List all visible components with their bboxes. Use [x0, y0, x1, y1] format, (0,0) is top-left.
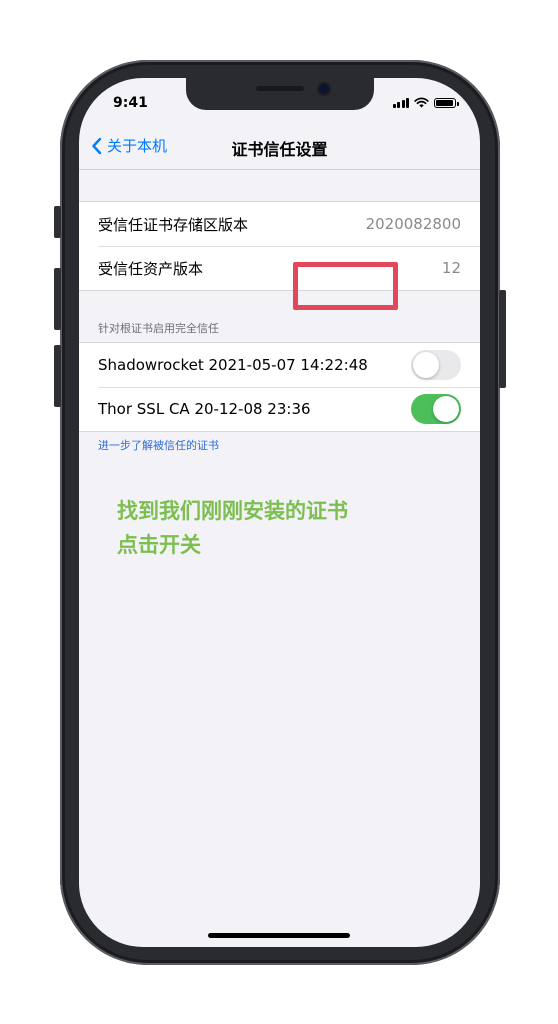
- shadowrocket-trust-toggle[interactable]: [411, 350, 461, 380]
- notch: [186, 78, 374, 110]
- power-button: [499, 290, 506, 388]
- wifi-icon: [414, 97, 429, 108]
- annotation-line-1: 找到我们刚刚安装的证书: [117, 499, 348, 523]
- certificate-row-thor: Thor SSL CA 20-12-08 23:36: [79, 387, 480, 431]
- row-label: 受信任证书存储区版本: [98, 215, 249, 234]
- certificate-name: Shadowrocket 2021-05-07 14:22:48: [98, 356, 368, 374]
- status-time: 9:41: [113, 95, 148, 111]
- certificate-row-shadowrocket: Shadowrocket 2021-05-07 14:22:48: [79, 343, 480, 387]
- speaker: [256, 86, 304, 91]
- row-value: 2020082800: [365, 215, 461, 233]
- volume-up-button: [54, 268, 61, 330]
- phone-screen: 9:41 关于本机 证书信任设置 受信任证书存储区版本 2020082800 受…: [79, 78, 480, 947]
- certificate-name: Thor SSL CA 20-12-08 23:36: [98, 400, 311, 418]
- navigation-bar: 关于本机 证书信任设置: [79, 126, 480, 170]
- battery-icon: [434, 98, 459, 108]
- row-label: 受信任资产版本: [98, 259, 204, 278]
- trust-asset-version-row: 受信任资产版本 12: [79, 246, 480, 290]
- learn-more-link[interactable]: 进一步了解被信任的证书: [98, 437, 219, 453]
- front-camera: [319, 84, 329, 94]
- toggle-knob: [413, 352, 439, 378]
- toggle-knob: [433, 396, 459, 422]
- thor-trust-toggle[interactable]: [411, 394, 461, 424]
- volume-down-button: [54, 345, 61, 407]
- highlight-box: [293, 262, 398, 310]
- instruction-annotation: 找到我们刚刚安装的证书 点击开关: [117, 494, 348, 562]
- cellular-signal-icon: [392, 98, 409, 108]
- trust-store-group: 受信任证书存储区版本 2020082800 受信任资产版本 12: [79, 201, 480, 291]
- section-header: 针对根证书启用完全信任: [98, 322, 219, 335]
- status-icons: [392, 97, 459, 108]
- home-indicator[interactable]: [208, 933, 350, 938]
- full-trust-group: Shadowrocket 2021-05-07 14:22:48 Thor SS…: [79, 342, 480, 432]
- page-title: 证书信任设置: [231, 140, 328, 159]
- row-value: 12: [441, 259, 461, 277]
- silent-switch: [54, 206, 61, 238]
- annotation-line-2: 点击开关: [117, 533, 201, 557]
- trust-store-version-row: 受信任证书存储区版本 2020082800: [79, 202, 480, 246]
